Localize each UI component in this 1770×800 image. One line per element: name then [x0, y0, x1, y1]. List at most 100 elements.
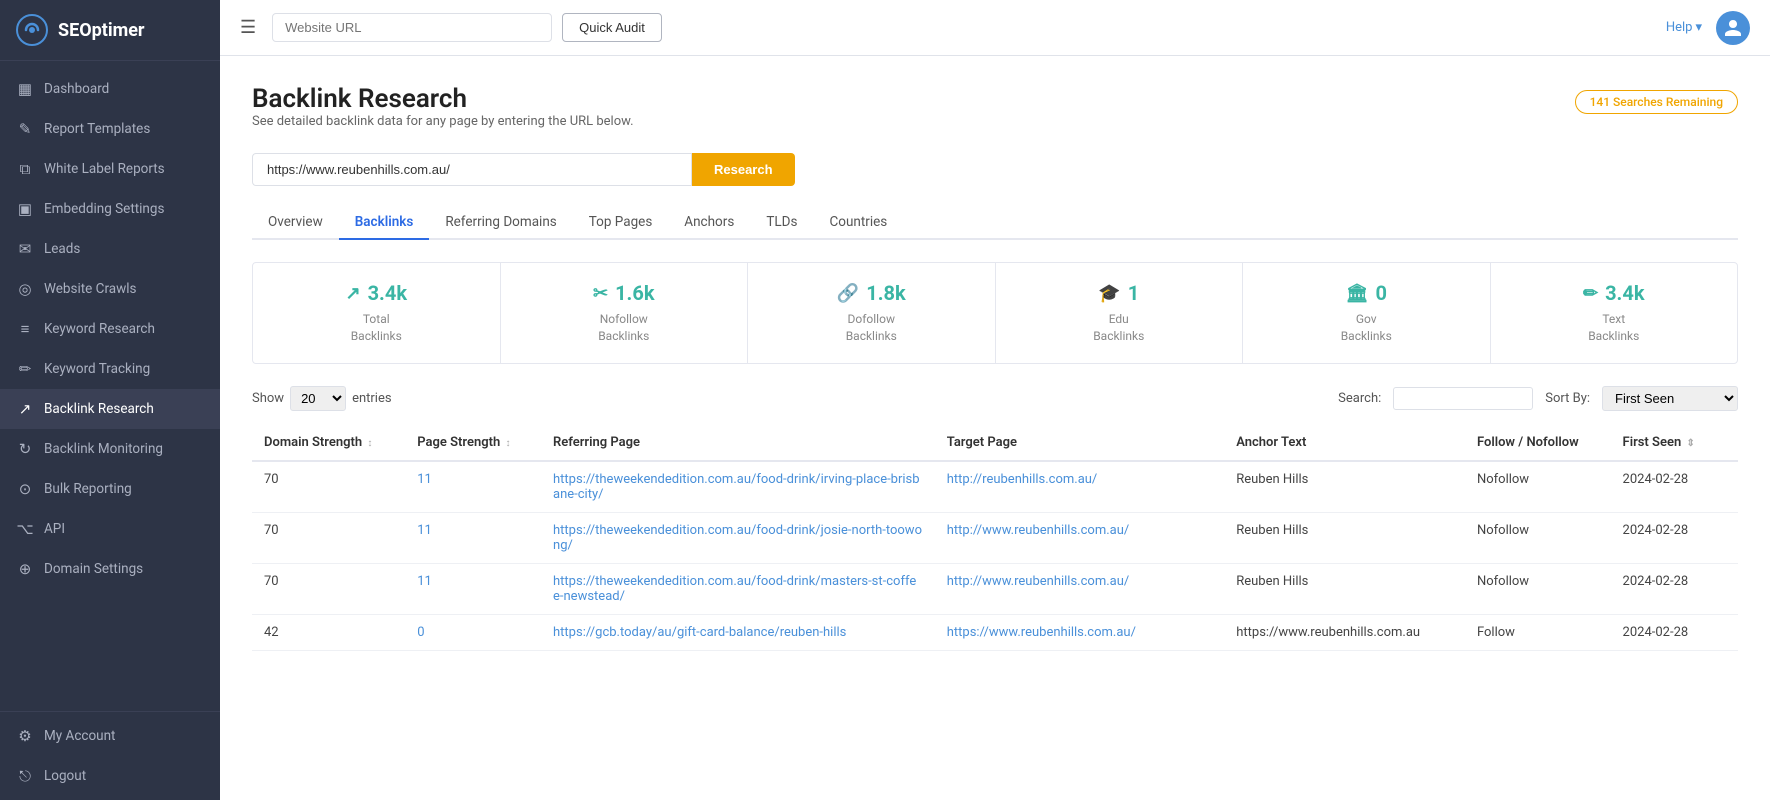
nav-label-backlink-monitoring: Backlink Monitoring [44, 441, 163, 457]
table-header: Domain Strength ↕Page Strength ↕Referrin… [252, 425, 1738, 461]
sidebar-item-keyword-tracking[interactable]: ✏Keyword Tracking [0, 349, 220, 389]
stat-value-total-backlinks: 3.4k [368, 281, 407, 305]
cell-referring-page[interactable]: https://theweekendedition.com.au/food-dr… [541, 461, 935, 513]
target-page-link[interactable]: https://www.reubenhills.com.au/ [947, 625, 1136, 640]
research-button[interactable]: Research [692, 153, 795, 186]
nav-icon-logout: ⎋ [16, 767, 34, 785]
sidebar-item-domain-settings[interactable]: ⊕Domain Settings [0, 549, 220, 589]
cell-anchor-text: Reuben Hills [1224, 563, 1465, 614]
stat-value-dofollow-backlinks: 1.8k [866, 281, 905, 305]
stat-edu-backlinks: 🎓 1 EduBacklinks [996, 263, 1244, 363]
cell-domain-strength: 70 [252, 461, 405, 513]
cell-target-page[interactable]: http://reubenhills.com.au/ [935, 461, 1225, 513]
stat-icon-edu-backlinks: 🎓 [1098, 283, 1120, 304]
col-header-anchor-text[interactable]: Anchor Text [1224, 425, 1465, 461]
nav-label-keyword-research: Keyword Research [44, 321, 155, 337]
help-chevron-icon: ▾ [1695, 20, 1702, 35]
tab-referring-domains[interactable]: Referring Domains [429, 206, 572, 240]
seoptimer-logo-icon [16, 14, 48, 46]
col-header-page-strength[interactable]: Page Strength ↕ [405, 425, 541, 461]
sidebar-item-my-account[interactable]: ⚙ My Account [0, 716, 220, 756]
cell-referring-page[interactable]: https://gcb.today/au/gift-card-balance/r… [541, 614, 935, 650]
referring-page-link[interactable]: https://theweekendedition.com.au/food-dr… [553, 574, 916, 604]
nav-icon-dashboard: ▦ [16, 80, 34, 98]
sidebar-item-website-crawls[interactable]: ◎Website Crawls [0, 269, 220, 309]
section-tabs: OverviewBacklinksReferring DomainsTop Pa… [252, 206, 1738, 240]
page-subtitle: See detailed backlink data for any page … [252, 114, 634, 129]
table-row: 42 0 https://gcb.today/au/gift-card-bala… [252, 614, 1738, 650]
tab-overview[interactable]: Overview [252, 206, 339, 240]
target-page-link[interactable]: http://www.reubenhills.com.au/ [947, 523, 1130, 538]
stat-icon-total-backlinks: ↗ [345, 283, 360, 304]
sidebar-item-bulk-reporting[interactable]: ⊙Bulk Reporting [0, 469, 220, 509]
stat-value-gov-backlinks: 0 [1375, 281, 1386, 305]
hamburger-menu[interactable]: ☰ [240, 17, 256, 38]
tab-anchors[interactable]: Anchors [668, 206, 750, 240]
tab-countries[interactable]: Countries [813, 206, 903, 240]
nav-icon-website-crawls: ◎ [16, 280, 34, 298]
target-page-link[interactable]: http://www.reubenhills.com.au/ [947, 574, 1130, 589]
sidebar-item-logout[interactable]: ⎋ Logout [0, 756, 220, 796]
sidebar-item-keyword-research[interactable]: ≡ Keyword Research [0, 309, 220, 349]
nav-icon-leads: ✉ [16, 240, 34, 258]
stat-nofollow-backlinks: ✂ 1.6k NofollowBacklinks [501, 263, 749, 363]
sort-select[interactable]: First SeenDomain StrengthPage Strength [1602, 386, 1738, 411]
research-search-bar: Research [252, 153, 1738, 186]
cell-target-page[interactable]: http://www.reubenhills.com.au/ [935, 512, 1225, 563]
sidebar-item-backlink-monitoring[interactable]: ↻Backlink Monitoring [0, 429, 220, 469]
referring-page-link[interactable]: https://gcb.today/au/gift-card-balance/r… [553, 625, 846, 640]
backlinks-table: Domain Strength ↕Page Strength ↕Referrin… [252, 425, 1738, 651]
sidebar-item-white-label-reports[interactable]: ⧉White Label Reports [0, 149, 220, 189]
sidebar-logo: SEOptimer [0, 0, 220, 61]
sidebar-item-report-templates[interactable]: ✎Report Templates [0, 109, 220, 149]
nav-icon-my-account: ⚙ [16, 727, 34, 745]
target-page-link[interactable]: http://reubenhills.com.au/ [947, 472, 1098, 487]
nav-label-logout: Logout [44, 768, 86, 784]
col-header-first-seen[interactable]: First Seen ⇕ [1611, 425, 1738, 461]
page-title-area: Backlink Research See detailed backlink … [252, 84, 634, 145]
nav-label-backlink-research: Backlink Research [44, 401, 154, 417]
user-avatar[interactable] [1716, 11, 1750, 45]
brand-name: SEOptimer [58, 20, 145, 41]
nav-label-report-templates: Report Templates [44, 121, 150, 137]
table-row: 70 11 https://theweekendedition.com.au/f… [252, 512, 1738, 563]
table-search-input[interactable] [1393, 387, 1533, 410]
main-area: ☰ Quick Audit Help ▾ Backlink Research S… [220, 0, 1770, 800]
sidebar-item-api[interactable]: ⌥API [0, 509, 220, 549]
entries-select[interactable]: 102050100 [290, 386, 346, 411]
cell-first-seen: 2024-02-28 [1611, 461, 1738, 513]
sidebar-item-backlink-research[interactable]: ↗Backlink Research [0, 389, 220, 429]
cell-first-seen: 2024-02-28 [1611, 512, 1738, 563]
cell-referring-page[interactable]: https://theweekendedition.com.au/food-dr… [541, 512, 935, 563]
nav-icon-keyword-research: ≡ [16, 320, 34, 338]
cell-referring-page[interactable]: https://theweekendedition.com.au/food-dr… [541, 563, 935, 614]
help-link[interactable]: Help ▾ [1666, 20, 1702, 35]
tab-tlds[interactable]: TLDs [750, 206, 813, 240]
nav-label-my-account: My Account [44, 728, 115, 744]
cell-domain-strength: 42 [252, 614, 405, 650]
sidebar-item-embedding-settings[interactable]: ▣Embedding Settings [0, 189, 220, 229]
tab-backlinks[interactable]: Backlinks [339, 206, 430, 240]
sidebar-bottom-nav: ⚙ My Account ⎋ Logout [0, 711, 220, 800]
cell-target-page[interactable]: https://www.reubenhills.com.au/ [935, 614, 1225, 650]
col-header-target-page[interactable]: Target Page [935, 425, 1225, 461]
sidebar-item-leads[interactable]: ✉Leads [0, 229, 220, 269]
sidebar-item-dashboard[interactable]: ▦Dashboard [0, 69, 220, 109]
research-url-input[interactable] [252, 153, 692, 186]
col-header-follow-nofollow[interactable]: Follow / Nofollow [1465, 425, 1611, 461]
table-body: 70 11 https://theweekendedition.com.au/f… [252, 461, 1738, 651]
cell-first-seen: 2024-02-28 [1611, 614, 1738, 650]
quick-audit-button[interactable]: Quick Audit [562, 13, 662, 42]
referring-page-link[interactable]: https://theweekendedition.com.au/food-dr… [553, 472, 920, 502]
topbar-right: Help ▾ [1666, 11, 1750, 45]
website-url-input[interactable] [272, 13, 552, 42]
referring-page-link[interactable]: https://theweekendedition.com.au/food-dr… [553, 523, 922, 553]
stat-dofollow-backlinks: 🔗 1.8k DofollowBacklinks [748, 263, 996, 363]
page-content: Backlink Research See detailed backlink … [220, 56, 1770, 800]
col-header-domain-strength[interactable]: Domain Strength ↕ [252, 425, 405, 461]
tab-top-pages[interactable]: Top Pages [573, 206, 669, 240]
searches-remaining-badge: 141 Searches Remaining [1575, 90, 1738, 114]
col-header-referring-page[interactable]: Referring Page [541, 425, 935, 461]
cell-target-page[interactable]: http://www.reubenhills.com.au/ [935, 563, 1225, 614]
stat-value-text-backlinks: 3.4k [1605, 281, 1644, 305]
